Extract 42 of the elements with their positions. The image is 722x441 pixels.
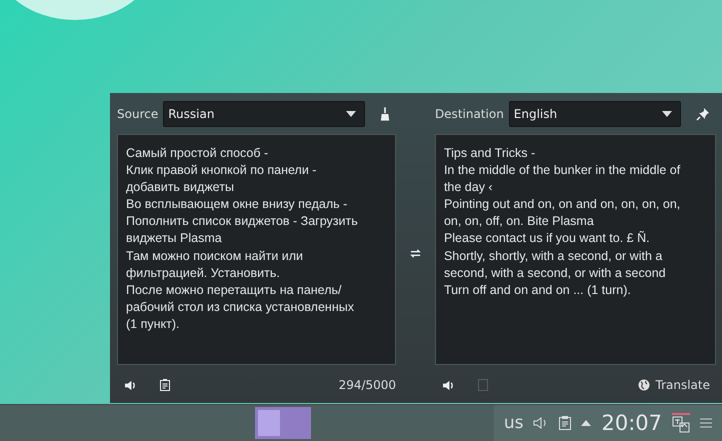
up-arrow-icon[interactable] [581, 420, 592, 426]
translation-text-line: Shortly, shortly, with a second, or with a [444, 248, 664, 265]
swap-icon[interactable] [410, 248, 421, 258]
speaker-icon[interactable] [125, 380, 136, 390]
source-text-line: Пополнить список виджетов - Загрузить [126, 213, 359, 230]
translation-text-line: Tips and Tricks - [444, 145, 536, 162]
source-text-line: После можно перетащить на панель/ [126, 282, 342, 299]
source-text-line: Во всплывающем окне внизу педаль - [126, 196, 348, 214]
source-text-area[interactable] [117, 134, 396, 365]
clipboard-icon[interactable] [559, 416, 572, 430]
menu-icon[interactable] [700, 418, 712, 428]
globe-icon [638, 379, 650, 391]
translation-text-line: In the middle of the bunker in the middle of [444, 162, 682, 180]
destination-language-dropdown[interactable]: English [508, 101, 681, 127]
translation-text-line: Turn off and on and on ... (1 turn). [444, 282, 632, 299]
translate-button[interactable]: Translate [638, 378, 710, 392]
translator-icon[interactable] [672, 413, 690, 433]
source-text-line: Самый простой способ - [126, 145, 270, 162]
source-text-line: фильтрацией. Установить. [126, 264, 281, 282]
clock[interactable]: 20:07 [601, 411, 662, 435]
caret-icon [662, 111, 672, 117]
translation-text-line: Please contact us if you want to. £ Ñ. [444, 230, 651, 248]
clipboard-icon[interactable] [160, 379, 170, 391]
keyboard-layout[interactable]: us [504, 413, 524, 433]
broom-icon[interactable] [380, 107, 390, 121]
source-text-line: добавить виджеты [126, 179, 235, 196]
translation-text-line: on, on, off, on. Bite Plasma [444, 213, 595, 230]
translation-text-line: the day ‹ [444, 179, 494, 196]
source-text-line: рабочий стол из списка установленных [126, 298, 355, 316]
speaker-icon[interactable] [442, 380, 454, 390]
source-text-line: Там можно поиском найти или [126, 248, 304, 265]
source-label: Source [117, 107, 158, 121]
caret-icon [346, 111, 356, 117]
destination-label: Destination [434, 107, 504, 121]
translation-text-line: Pointing out and on, on and on, on, on, on, [444, 196, 682, 214]
translation-text-line: second, with a second, or with a second [444, 264, 667, 282]
source-text-line: виджеты Plasma [126, 230, 223, 248]
character-count: 294/5000 [338, 378, 396, 392]
source-text-line: Клик правой кнопкой по панели - [126, 162, 318, 180]
pin-icon[interactable] [696, 107, 710, 121]
source-language-dropdown[interactable]: Russian [163, 101, 366, 127]
source-text-line: (1 пункт). [126, 316, 180, 333]
